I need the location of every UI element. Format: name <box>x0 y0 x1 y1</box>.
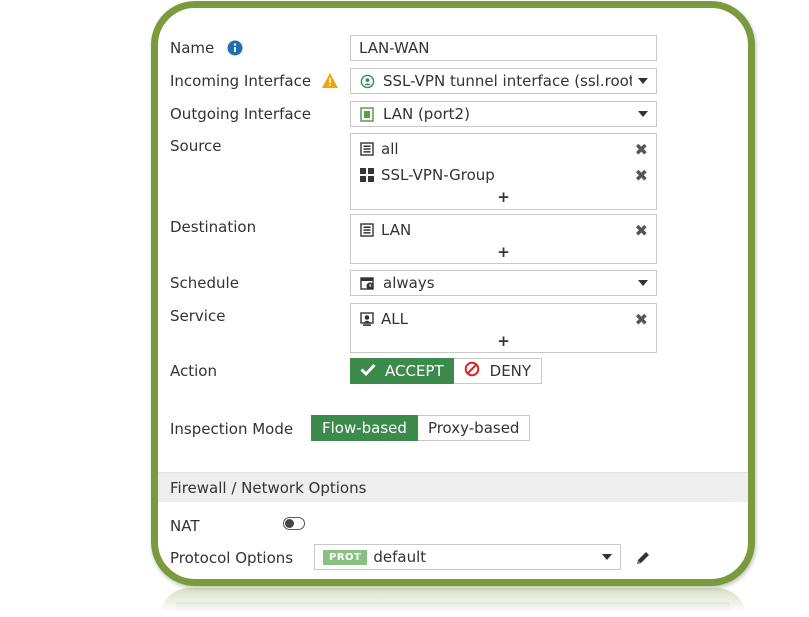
remove-icon[interactable]: ✖ <box>635 166 648 185</box>
frame-reflection <box>160 588 746 617</box>
nat-toggle[interactable] <box>283 517 305 530</box>
port-icon <box>359 106 375 122</box>
proxy-based-button[interactable]: Proxy-based <box>417 415 531 441</box>
destination-label: Destination <box>170 218 257 236</box>
inspection-mode-label: Inspection Mode <box>170 420 294 438</box>
reflection-ghost <box>176 602 730 612</box>
toggle-knob <box>285 519 294 528</box>
source-field[interactable]: all ✖ SSL-VPN-Group ✖ + <box>350 133 657 210</box>
action-toggle: ACCEPT DENY <box>350 358 543 384</box>
action-label: Action <box>170 362 217 380</box>
nat-label: NAT <box>170 517 200 535</box>
add-destination-button[interactable]: + <box>351 243 656 265</box>
incoming-interface-label: Incoming Interface <box>170 72 312 90</box>
outgoing-interface-value: LAN (port2) <box>383 105 470 123</box>
outgoing-interface-select[interactable]: LAN (port2) <box>350 101 657 127</box>
destination-item[interactable]: LAN ✖ <box>351 217 656 243</box>
source-item-label: all <box>381 140 399 158</box>
warning-icon <box>321 73 338 92</box>
name-row-label: Name <box>170 39 243 60</box>
source-item[interactable]: SSL-VPN-Group ✖ <box>351 162 656 188</box>
service-field[interactable]: ALL ✖ + <box>350 303 657 353</box>
chevron-down-icon <box>638 111 648 117</box>
inspection-mode-toggle: Flow-based Proxy-based <box>311 415 531 441</box>
policy-form-frame: Name LAN-WAN Incoming Interface SSL-VPN … <box>151 1 755 586</box>
destination-field[interactable]: LAN ✖ + <box>350 214 657 264</box>
flow-based-button[interactable]: Flow-based <box>311 415 418 441</box>
source-label: Source <box>170 137 222 155</box>
tunnel-interface-icon <box>359 73 375 89</box>
deny-icon <box>464 361 480 381</box>
incoming-row-label: Incoming Interface <box>170 72 338 92</box>
name-value: LAN-WAN <box>359 39 430 57</box>
accept-button[interactable]: ACCEPT <box>350 358 454 384</box>
source-item[interactable]: all ✖ <box>351 136 656 162</box>
prot-badge: PROT <box>323 549 368 565</box>
check-icon <box>360 362 376 380</box>
schedule-select[interactable]: always <box>350 270 657 296</box>
incoming-interface-select[interactable]: SSL-VPN tunnel interface (ssl.root) <box>350 68 657 94</box>
service-label: Service <box>170 307 226 325</box>
remove-icon[interactable]: ✖ <box>635 140 648 159</box>
schedule-label: Schedule <box>170 274 239 292</box>
edit-icon[interactable] <box>635 550 651 570</box>
service-item-label: ALL <box>381 310 408 328</box>
address-icon <box>359 141 375 157</box>
incoming-interface-value: SSL-VPN tunnel interface (ssl.root) <box>383 72 632 90</box>
destination-item-label: LAN <box>381 221 412 239</box>
remove-icon[interactable]: ✖ <box>635 221 648 240</box>
info-icon[interactable] <box>227 40 243 60</box>
remove-icon[interactable]: ✖ <box>635 310 648 329</box>
protocol-options-select[interactable]: PROT default <box>314 544 621 570</box>
outgoing-interface-label: Outgoing Interface <box>170 105 312 123</box>
protocol-options-value: default <box>373 548 427 566</box>
schedule-icon <box>359 275 375 291</box>
schedule-value: always <box>383 274 435 292</box>
deny-label: DENY <box>489 362 532 380</box>
protocol-options-label: Protocol Options <box>170 549 294 567</box>
chevron-down-icon <box>602 554 612 560</box>
add-source-button[interactable]: + <box>351 188 656 210</box>
accept-label: ACCEPT <box>385 362 444 380</box>
name-input[interactable]: LAN-WAN <box>350 35 657 61</box>
source-item-label: SSL-VPN-Group <box>381 166 495 184</box>
deny-button[interactable]: DENY <box>453 358 543 384</box>
add-service-button[interactable]: + <box>351 332 656 354</box>
name-label: Name <box>170 39 215 57</box>
address-icon <box>359 222 375 238</box>
service-item[interactable]: ALL ✖ <box>351 306 656 332</box>
chevron-down-icon <box>638 78 648 84</box>
user-group-icon <box>359 167 375 183</box>
chevron-down-icon <box>638 280 648 286</box>
firewall-network-options-header: Firewall / Network Options <box>158 472 748 502</box>
service-icon <box>359 311 375 327</box>
